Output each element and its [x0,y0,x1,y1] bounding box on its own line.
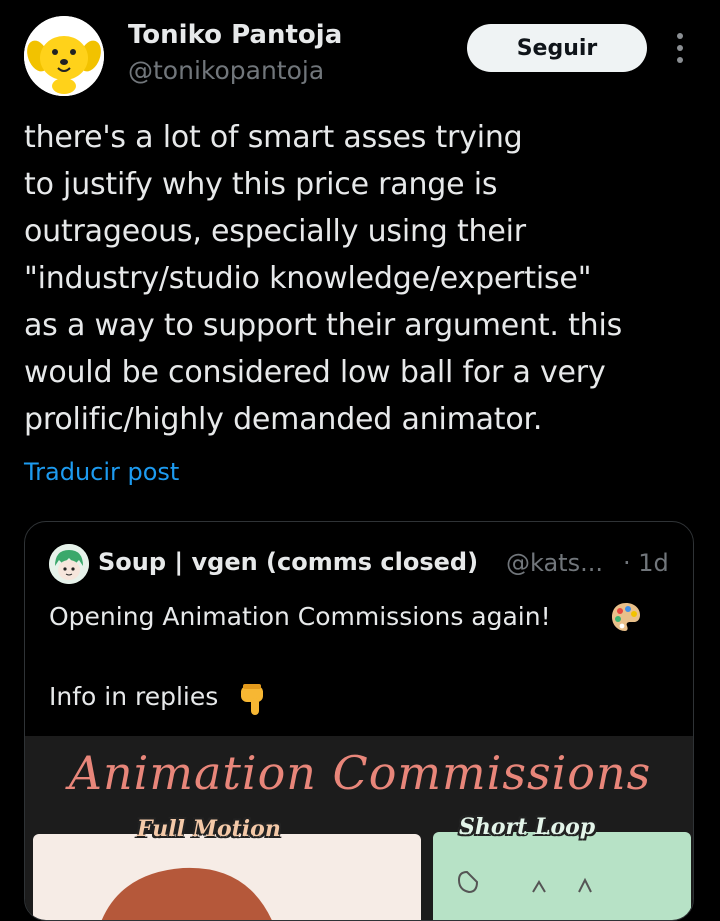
full-motion-label: Full Motion [137,816,281,842]
palette-icon [612,603,640,631]
quoted-author-handle: @kats... [506,549,603,577]
quoted-post-text-line1: Opening Animation Commissions again! [49,602,551,631]
more-options-icon[interactable] [668,30,692,66]
pointing-down-icon [241,684,263,715]
character-fist-illustration [457,870,592,894]
short-loop-label: Short Loop [459,814,596,840]
author-name[interactable]: Toniko Pantoja [128,20,342,50]
follow-button[interactable]: Seguir [467,24,647,72]
quoted-post-text-line2: Info in replies [49,682,219,711]
short-loop-panel [433,832,691,920]
quoted-post-card[interactable]: Soup | vgen (comms closed) @kats... · 1d… [24,521,694,921]
quoted-author-avatar [49,544,89,584]
author-handle[interactable]: @tonikopantoja [128,56,324,85]
quoted-post-time: · 1d [623,549,669,577]
yellow-dog-avatar-image [24,16,104,96]
character-hair-illustration [101,867,272,920]
author-avatar[interactable] [24,16,104,96]
translate-post-link[interactable]: Traducir post [24,458,179,486]
quoted-author-name: Soup | vgen (comms closed) [98,548,479,576]
post-text: there's a lot of smart asses trying to j… [24,120,623,437]
full-motion-panel [33,834,421,920]
media-preview[interactable]: Animation Commissions Full Motion Short … [25,736,693,920]
media-title-text: Animation Commissions [68,746,652,800]
green-hair-character-avatar-image [49,544,89,584]
